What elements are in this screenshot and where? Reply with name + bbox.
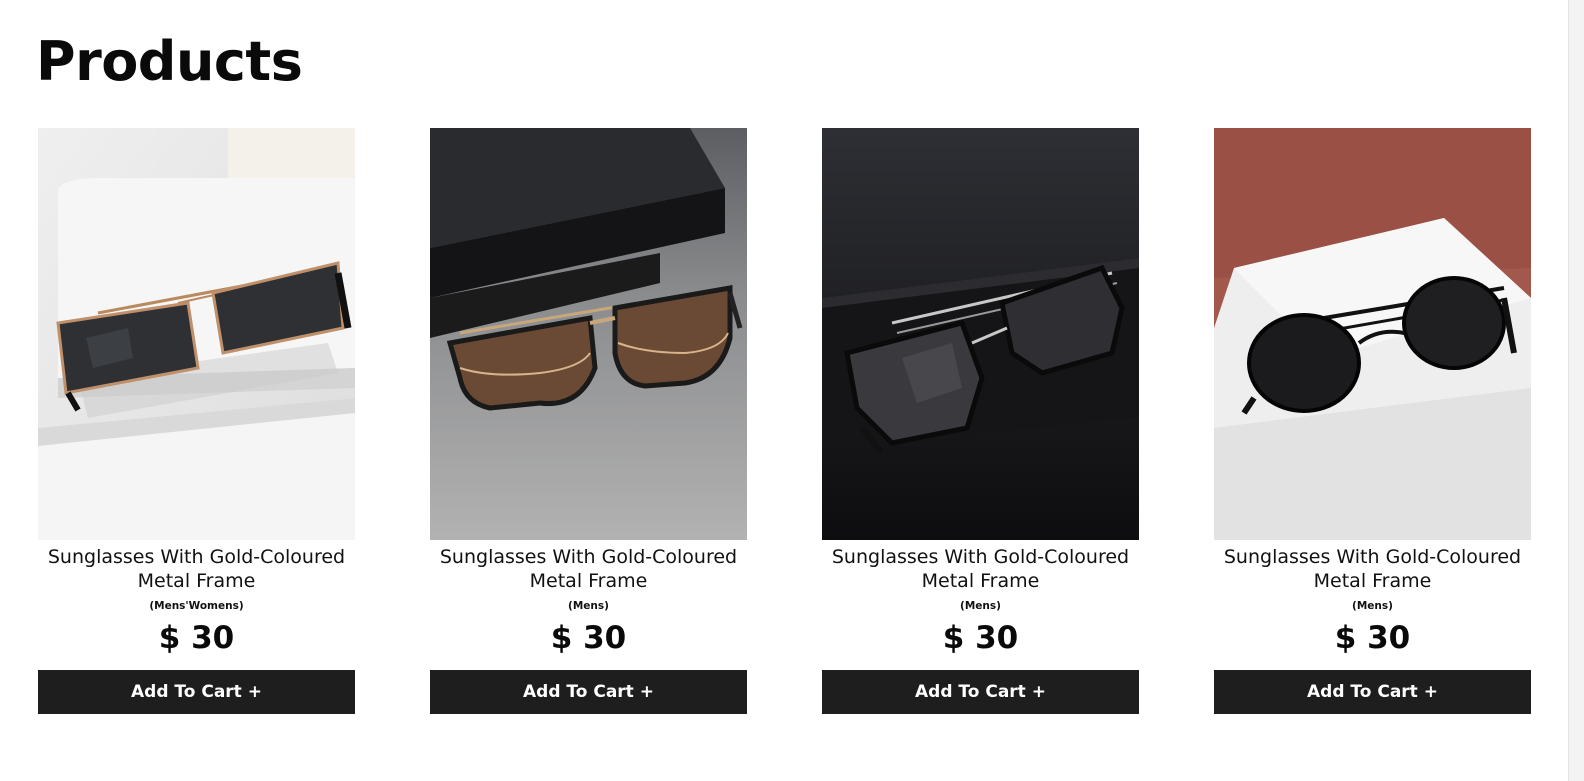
sunglasses-photo: [1214, 128, 1531, 540]
page-title: Products: [36, 30, 303, 93]
product-card: Sunglasses With Gold-Coloured Metal Fram…: [38, 128, 355, 714]
product-category: (Mens): [960, 600, 1001, 612]
products-page: Products Sunglasses With Gold-Coloured M…: [0, 0, 1568, 781]
product-category: (Mens): [1352, 600, 1393, 612]
product-name[interactable]: Sunglasses With Gold-Coloured Metal Fram…: [430, 545, 747, 593]
product-image[interactable]: [1214, 128, 1531, 540]
add-to-cart-button[interactable]: Add To Cart +: [822, 670, 1139, 714]
product-price: $ 30: [1334, 620, 1411, 656]
product-card: Sunglasses With Gold-Coloured Metal Fram…: [430, 128, 747, 714]
product-name[interactable]: Sunglasses With Gold-Coloured Metal Fram…: [38, 545, 355, 593]
sunglasses-photo: [430, 128, 747, 540]
product-category: (Mens): [568, 600, 609, 612]
product-grid: Sunglasses With Gold-Coloured Metal Fram…: [38, 128, 1531, 714]
product-price: $ 30: [942, 620, 1019, 656]
product-name[interactable]: Sunglasses With Gold-Coloured Metal Fram…: [822, 545, 1139, 593]
product-price: $ 30: [550, 620, 627, 656]
add-to-cart-button[interactable]: Add To Cart +: [430, 670, 747, 714]
product-card: Sunglasses With Gold-Coloured Metal Fram…: [822, 128, 1139, 714]
sunglasses-photo: [822, 128, 1139, 540]
product-name[interactable]: Sunglasses With Gold-Coloured Metal Fram…: [1214, 545, 1531, 593]
product-image[interactable]: [822, 128, 1139, 540]
add-to-cart-button[interactable]: Add To Cart +: [1214, 670, 1531, 714]
product-price: $ 30: [158, 620, 235, 656]
add-to-cart-button[interactable]: Add To Cart +: [38, 670, 355, 714]
product-image[interactable]: [38, 128, 355, 540]
product-card: Sunglasses With Gold-Coloured Metal Fram…: [1214, 128, 1531, 714]
scrollbar-track[interactable]: [1568, 0, 1584, 781]
product-category: (Mens'Womens): [149, 600, 244, 612]
sunglasses-photo: [38, 128, 355, 540]
product-image[interactable]: [430, 128, 747, 540]
